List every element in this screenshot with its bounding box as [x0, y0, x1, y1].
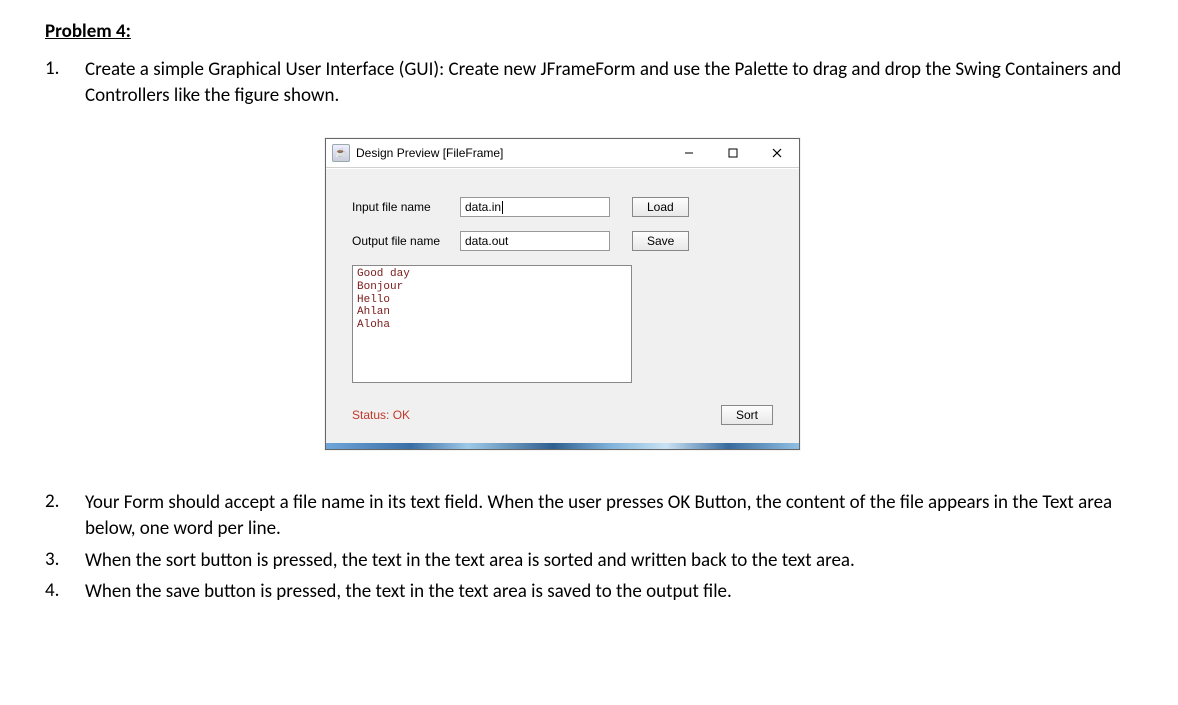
close-button[interactable] [755, 139, 799, 167]
output-file-field[interactable]: data.out [460, 231, 610, 251]
sort-button[interactable]: Sort [721, 405, 773, 425]
item-text-3: When the sort button is pressed, the tex… [85, 548, 1133, 574]
item-number-4: 4. [45, 579, 85, 602]
window-client-area: Input file name data.in Load Output file… [326, 168, 799, 443]
design-preview-window: ☕ Design Preview [FileFrame] Input file … [325, 138, 800, 450]
item-text-2: Your Form should accept a file name in i… [85, 490, 1133, 541]
java-icon: ☕ [332, 144, 350, 162]
maximize-button[interactable] [711, 139, 755, 167]
input-file-label: Input file name [352, 200, 460, 214]
output-file-label: Output file name [352, 234, 460, 248]
text-caret [502, 201, 503, 214]
status-label: Status: OK [352, 408, 721, 422]
window-bottom-accent [326, 443, 799, 449]
item-text-4: When the save button is pressed, the tex… [85, 579, 1133, 605]
minimize-button[interactable] [667, 139, 711, 167]
window-title: Design Preview [FileFrame] [356, 146, 667, 160]
item-number-3: 3. [45, 548, 85, 571]
output-file-value: data.out [465, 234, 508, 248]
titlebar: ☕ Design Preview [FileFrame] [326, 139, 799, 168]
item-number-2: 2. [45, 490, 85, 513]
problem-heading: Problem 4: [45, 20, 1133, 43]
input-file-field[interactable]: data.in [460, 197, 610, 217]
input-file-value: data.in [465, 200, 501, 214]
item-text-1: Create a simple Graphical User Interface… [85, 57, 1133, 108]
load-button[interactable]: Load [632, 197, 689, 217]
item-number-1: 1. [45, 57, 85, 80]
content-textarea[interactable]: Good day Bonjour Hello Ahlan Aloha [352, 265, 632, 383]
save-button[interactable]: Save [632, 231, 689, 251]
